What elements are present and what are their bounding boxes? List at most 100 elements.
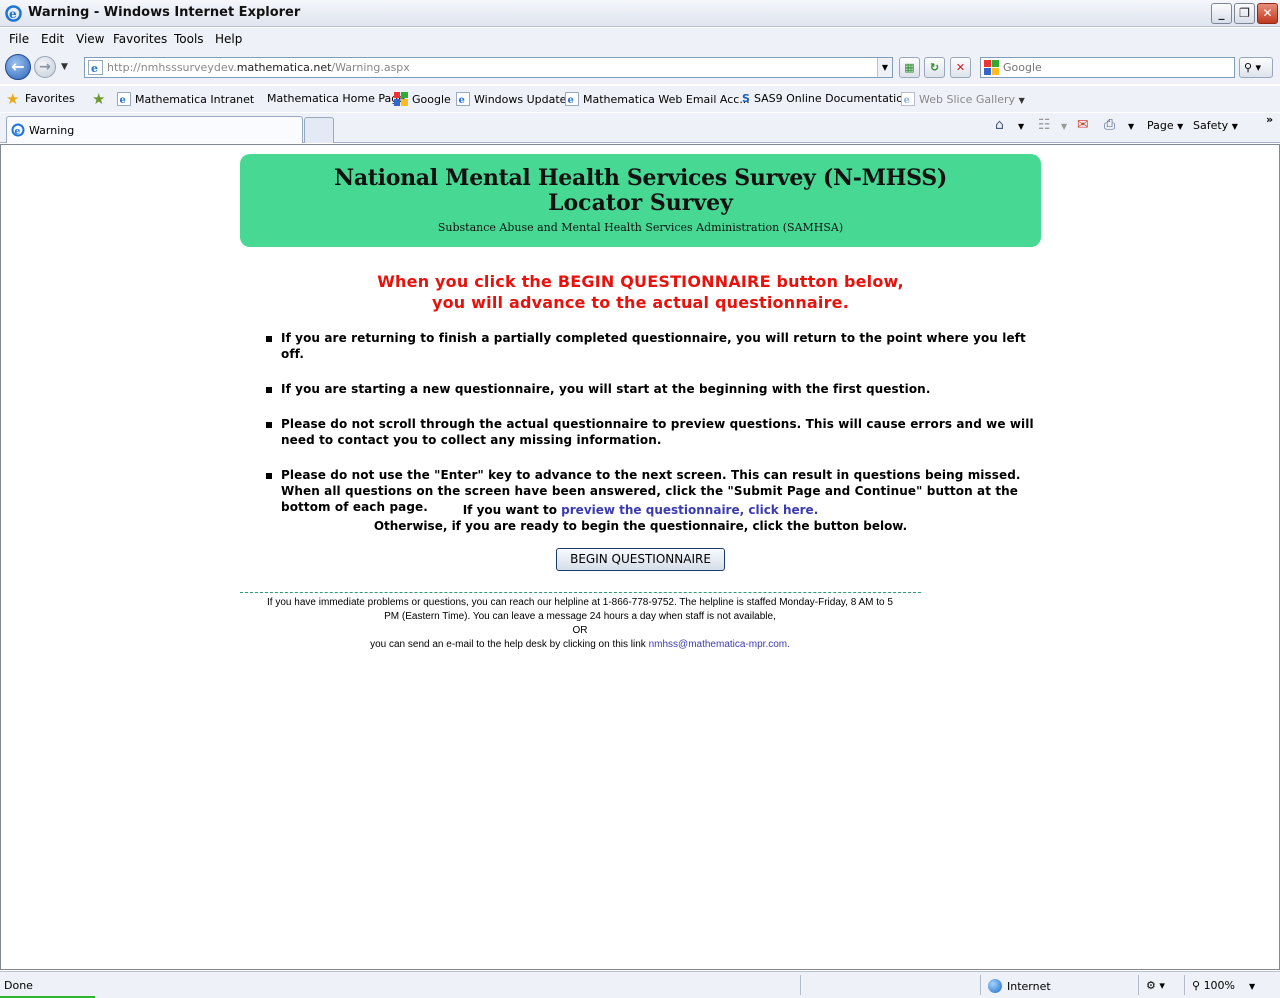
back-button[interactable]: ← bbox=[5, 54, 31, 80]
tab-label: Warning bbox=[29, 124, 75, 137]
divider bbox=[1138, 975, 1139, 995]
warning-message: When you click the BEGIN QUESTIONNAIRE b… bbox=[240, 271, 1041, 313]
window-title: Warning - Windows Internet Explorer bbox=[28, 5, 301, 20]
magnifier-icon: ⚲ bbox=[1192, 979, 1201, 992]
page-favicon-icon: e bbox=[88, 60, 103, 75]
menu-edit[interactable]: Edit bbox=[41, 32, 64, 46]
survey-title: National Mental Health Services Survey (… bbox=[334, 165, 947, 191]
help-text: If you have immediate problems or questi… bbox=[238, 596, 922, 652]
warning-line-2: you will advance to the actual questionn… bbox=[431, 293, 850, 312]
refresh-button[interactable]: ↻ bbox=[924, 57, 945, 78]
bullet-square-icon bbox=[266, 387, 272, 393]
more-commands-icon[interactable]: » bbox=[1266, 113, 1273, 126]
chevron-down-icon: ▼ bbox=[1177, 122, 1184, 131]
svg-text:e: e bbox=[568, 95, 574, 106]
forward-arrow-icon: → bbox=[39, 59, 51, 75]
chevron-down-icon: ▼ bbox=[1231, 122, 1238, 131]
menu-tools[interactable]: Tools bbox=[174, 32, 204, 46]
survey-header: National Mental Health Services Survey (… bbox=[240, 154, 1041, 247]
print-icon[interactable]: ⎙ bbox=[1104, 117, 1115, 133]
ie-logo-icon: e bbox=[5, 5, 22, 22]
list-item: Please do not scroll through the actual … bbox=[263, 416, 1043, 448]
ie-page-icon: e bbox=[456, 92, 470, 106]
fav-link-web-email[interactable]: e Mathematica Web Email Acc... bbox=[565, 92, 750, 106]
svg-text:e: e bbox=[459, 95, 465, 106]
feeds-dropdown-icon[interactable]: ▼ bbox=[1061, 122, 1067, 131]
help-line-4: you can send an e-mail to the help desk … bbox=[370, 639, 649, 650]
new-tab-button[interactable] bbox=[304, 117, 334, 143]
protected-mode-icon[interactable]: ⚙ ▾ bbox=[1146, 979, 1165, 992]
menu-help[interactable]: Help bbox=[215, 32, 242, 46]
safety-menu-button[interactable]: Safety ▼ bbox=[1193, 119, 1238, 132]
magnifier-icon: ⚲ bbox=[1244, 61, 1253, 74]
fav-link-web-slice-gallery[interactable]: e Web Slice Gallery ▼ bbox=[901, 92, 1025, 106]
zone-label: Internet bbox=[1007, 980, 1051, 993]
menu-file[interactable]: File bbox=[9, 32, 29, 46]
list-item-text: If you are starting a new questionnaire,… bbox=[281, 382, 931, 396]
status-text: Done bbox=[4, 979, 33, 992]
security-zone[interactable]: Internet bbox=[988, 979, 1051, 993]
menu-view[interactable]: View bbox=[76, 32, 104, 46]
minimize-button[interactable]: _ bbox=[1211, 3, 1232, 24]
fav-label: Mathematica Web Email Acc... bbox=[583, 93, 750, 106]
recent-pages-dropdown-icon[interactable]: ▼ bbox=[61, 62, 68, 72]
fav-link-windows-update[interactable]: e Windows Update bbox=[456, 92, 566, 106]
url-domain: mathematica.net bbox=[236, 61, 332, 74]
list-item-text: Please do not scroll through the actual … bbox=[281, 417, 1034, 447]
add-to-favorites-icon[interactable]: ★ bbox=[92, 90, 105, 108]
begin-questionnaire-button[interactable]: BEGIN QUESTIONNAIRE bbox=[556, 548, 725, 571]
address-bar[interactable]: e http://nmhsssurveydev.mathematica.net/… bbox=[84, 57, 893, 78]
divider bbox=[800, 975, 801, 995]
menu-bar: File Edit View Favorites Tools Help bbox=[0, 28, 1280, 50]
globe-icon bbox=[988, 979, 1002, 993]
fav-link-sas9[interactable]: S SAS9 Online Documentation bbox=[742, 92, 910, 105]
print-dropdown-icon[interactable]: ▼ bbox=[1128, 122, 1134, 131]
read-mail-icon[interactable]: ✉ bbox=[1077, 117, 1089, 133]
page-menu-button[interactable]: Page ▼ bbox=[1147, 119, 1183, 132]
address-dropdown-icon[interactable]: ▼ bbox=[877, 58, 892, 77]
help-email-link[interactable]: nmhss@mathematica-mpr.com. bbox=[649, 639, 790, 650]
fav-link-intranet[interactable]: e Mathematica Intranet bbox=[117, 92, 254, 106]
search-box[interactable] bbox=[980, 57, 1235, 78]
title-bar: e Warning - Windows Internet Explorer _ … bbox=[0, 0, 1280, 27]
status-bar: Done Internet ⚙ ▾ ⚲ 100% ▼ bbox=[0, 971, 1280, 998]
menu-favorites[interactable]: Favorites bbox=[113, 32, 167, 46]
svg-text:e: e bbox=[15, 127, 21, 137]
agency-name: Substance Abuse and Mental Health Servic… bbox=[437, 221, 844, 234]
home-icon[interactable]: ⌂ bbox=[995, 117, 1004, 133]
preview-prefix: If you want to bbox=[462, 503, 562, 517]
url-path: /Warning.aspx bbox=[331, 61, 410, 74]
fav-label: Google bbox=[412, 93, 451, 106]
forward-button[interactable]: → bbox=[34, 56, 56, 78]
maximize-button[interactable]: ❐ bbox=[1234, 3, 1255, 24]
divider bbox=[1184, 975, 1185, 995]
fav-label: SAS9 Online Documentation bbox=[753, 92, 910, 105]
zoom-level[interactable]: ⚲ 100% ▼ bbox=[1192, 979, 1255, 992]
preview-link[interactable]: preview the questionnaire, click here. bbox=[561, 503, 818, 517]
search-button[interactable]: ⚲ ▾ bbox=[1239, 57, 1273, 78]
fav-label: Windows Update bbox=[474, 93, 567, 106]
home-dropdown-icon[interactable]: ▼ bbox=[1018, 122, 1024, 131]
svg-text:e: e bbox=[904, 95, 910, 106]
google-icon bbox=[984, 60, 999, 75]
svg-text:e: e bbox=[120, 95, 126, 106]
fav-link-home-page[interactable]: Mathematica Home Page bbox=[267, 92, 405, 105]
tab-warning[interactable]: e Warning bbox=[6, 116, 303, 143]
svg-text:e: e bbox=[91, 62, 98, 75]
tab-bar: e Warning ⌂ ▼ ☷ ▼ ✉ ⎙ ▼ Page ▼ Safety ▼ … bbox=[0, 113, 1280, 143]
bullet-square-icon bbox=[266, 422, 272, 428]
divider bbox=[240, 592, 921, 593]
stop-button[interactable]: ✕ bbox=[950, 57, 971, 78]
favorites-bar: ★ Favorites ★ e Mathematica Intranet Math… bbox=[0, 86, 1280, 112]
divider bbox=[980, 975, 981, 995]
close-button[interactable]: ✕ bbox=[1257, 3, 1278, 24]
help-line-2: PM (Eastern Time). You can leave a messa… bbox=[384, 611, 776, 622]
favorites-button[interactable]: Favorites bbox=[25, 92, 75, 105]
address-url: http://nmhsssurveydev.mathematica.net/Wa… bbox=[107, 61, 410, 74]
search-input[interactable] bbox=[1003, 60, 1231, 75]
compatibility-view-button[interactable]: ▦ bbox=[899, 57, 920, 78]
ie-page-icon: e bbox=[901, 92, 915, 106]
fav-link-google[interactable]: Google bbox=[394, 92, 451, 106]
feeds-icon[interactable]: ☷ bbox=[1038, 117, 1051, 133]
chevron-down-icon: ▼ bbox=[1018, 96, 1025, 105]
